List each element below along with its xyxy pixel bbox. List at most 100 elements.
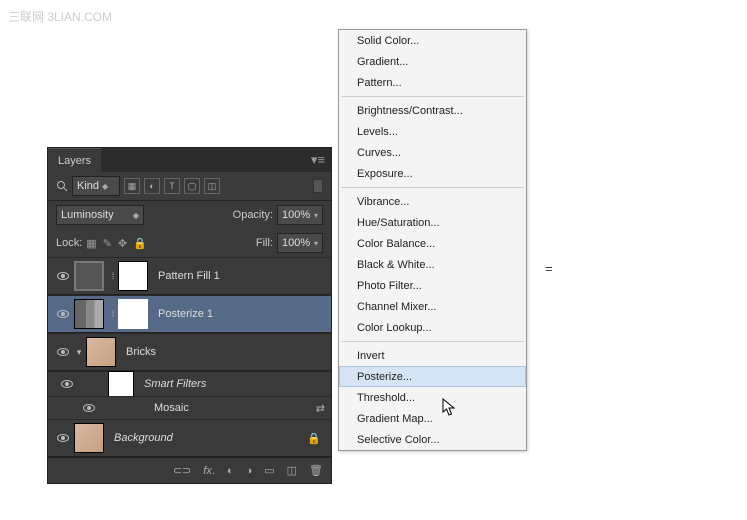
link-icon: ⁞ <box>108 271 118 281</box>
visibility-toggle[interactable] <box>52 348 74 356</box>
menu-brightness-contrast[interactable]: Brightness/Contrast... <box>339 100 526 121</box>
lock-transparent-icon[interactable]: ▦ <box>86 237 96 250</box>
menu-photo-filter[interactable]: Photo Filter... <box>339 275 526 296</box>
menu-curves[interactable]: Curves... <box>339 142 526 163</box>
menu-channel-mixer[interactable]: Channel Mixer... <box>339 296 526 317</box>
visibility-toggle[interactable] <box>52 434 74 442</box>
layer-row[interactable]: ▾ Bricks <box>48 333 331 371</box>
opacity-input[interactable]: 100% ▾ <box>277 205 323 225</box>
lock-paint-icon[interactable]: ✎ <box>103 237 112 250</box>
watermark-text: 三联网 3LIAN.COM <box>8 8 112 25</box>
menu-gradient-map[interactable]: Gradient Map... <box>339 408 526 429</box>
smart-filters-row[interactable]: Smart Filters <box>48 371 331 396</box>
layers-panel: Layers ▾≡ Kind◆ ▦ ◐ T ▢ ◫ Luminosity◆ Op… <box>47 147 332 484</box>
layer-row[interactable]: ⁞ Posterize 1 <box>48 295 331 333</box>
layer-thumb[interactable] <box>74 423 104 453</box>
filter-pixel-icon[interactable]: ▦ <box>124 178 140 194</box>
layer-name[interactable]: Pattern Fill 1 <box>158 270 220 282</box>
panel-bottom-bar: ⊂⊃ fx. ◐ ◑ ▭ ◫ 🗑 <box>48 457 331 483</box>
filter-toggle-icon[interactable] <box>313 179 323 193</box>
filter-kind-select[interactable]: Kind◆ <box>72 176 120 196</box>
smart-filters-label: Smart Filters <box>144 378 206 390</box>
menu-threshold[interactable]: Threshold... <box>339 387 526 408</box>
lock-icon: 🔒 <box>307 432 321 445</box>
layers-list: ⁞ Pattern Fill 1 ⁞ Posterize 1 ▾ Bricks … <box>48 257 331 457</box>
link-layers-icon[interactable]: ⊂⊃ <box>173 464 191 477</box>
menu-separator <box>341 341 524 342</box>
menu-color-lookup[interactable]: Color Lookup... <box>339 317 526 338</box>
visibility-toggle[interactable] <box>52 272 74 280</box>
fx-icon[interactable]: fx. <box>203 465 215 477</box>
menu-separator <box>341 96 524 97</box>
filter-adjust-icon[interactable]: ◐ <box>144 178 160 194</box>
menu-solid-color[interactable]: Solid Color... <box>339 30 526 51</box>
layer-thumb[interactable] <box>86 337 116 367</box>
menu-separator <box>341 187 524 188</box>
filter-smart-icon[interactable]: ◫ <box>204 178 220 194</box>
equals-sign: = <box>545 261 553 276</box>
menu-black-white[interactable]: Black & White... <box>339 254 526 275</box>
adjustment-icon[interactable]: ◑ <box>246 465 253 477</box>
lock-label: Lock: <box>56 237 82 249</box>
mask-thumb[interactable] <box>118 299 148 329</box>
eye-icon <box>61 380 73 388</box>
lock-icons: ▦ ✎ ✥ 🔒 <box>86 237 147 250</box>
opacity-value: 100% <box>282 209 310 221</box>
fill-label: Fill: <box>256 237 273 249</box>
menu-selective-color[interactable]: Selective Color... <box>339 429 526 450</box>
filter-name[interactable]: Mosaic <box>154 402 189 414</box>
chevron-down-icon: ◆ <box>133 211 139 220</box>
filter-type-icon[interactable]: T <box>164 178 180 194</box>
trash-icon[interactable]: 🗑 <box>309 464 323 477</box>
panel-menu-icon[interactable]: ▾≡ <box>311 152 331 168</box>
link-icon: ⁞ <box>108 309 118 319</box>
layer-thumb[interactable] <box>74 299 104 329</box>
layer-thumb[interactable] <box>74 261 104 291</box>
eye-icon <box>83 404 95 412</box>
menu-color-balance[interactable]: Color Balance... <box>339 233 526 254</box>
blend-mode-value: Luminosity <box>61 209 114 221</box>
mask-icon[interactable]: ◐ <box>227 465 234 477</box>
layer-name[interactable]: Background <box>114 432 173 444</box>
menu-invert[interactable]: Invert <box>339 345 526 366</box>
new-layer-icon[interactable]: ◫ <box>287 464 297 477</box>
blend-mode-select[interactable]: Luminosity ◆ <box>56 205 144 225</box>
filter-edit-icon[interactable]: ⇄ <box>316 402 325 415</box>
eye-icon <box>57 272 69 280</box>
layer-row[interactable]: Background 🔒 <box>48 419 331 457</box>
blend-row: Luminosity◆ Opacity: 100%▾ <box>48 201 331 229</box>
visibility-toggle[interactable] <box>78 404 100 412</box>
menu-gradient[interactable]: Gradient... <box>339 51 526 72</box>
filter-item-row[interactable]: Mosaic ⇄ <box>48 396 331 419</box>
chevron-down-icon: ▾ <box>314 239 318 248</box>
menu-vibrance[interactable]: Vibrance... <box>339 191 526 212</box>
search-icon <box>56 180 68 192</box>
visibility-toggle[interactable] <box>56 380 78 388</box>
layer-row[interactable]: ⁞ Pattern Fill 1 <box>48 257 331 295</box>
tab-layers[interactable]: Layers <box>48 148 101 172</box>
eye-icon <box>57 348 69 356</box>
menu-hue-saturation[interactable]: Hue/Saturation... <box>339 212 526 233</box>
mask-thumb[interactable] <box>118 261 148 291</box>
group-icon[interactable]: ▭ <box>264 464 274 477</box>
eye-icon <box>57 434 69 442</box>
chevron-down-icon: ▾ <box>314 211 318 220</box>
menu-levels[interactable]: Levels... <box>339 121 526 142</box>
filter-row: Kind◆ ▦ ◐ T ▢ ◫ <box>48 172 331 201</box>
filter-kind-label: Kind <box>77 180 99 192</box>
menu-pattern[interactable]: Pattern... <box>339 72 526 93</box>
filter-mask-thumb[interactable] <box>108 371 134 397</box>
fill-value: 100% <box>282 237 310 249</box>
visibility-toggle[interactable] <box>52 310 74 318</box>
menu-exposure[interactable]: Exposure... <box>339 163 526 184</box>
chevron-down-icon: ◆ <box>102 182 108 191</box>
layer-name[interactable]: Bricks <box>126 346 156 358</box>
lock-all-icon[interactable]: 🔒 <box>133 237 147 250</box>
filter-shape-icon[interactable]: ▢ <box>184 178 200 194</box>
fill-input[interactable]: 100% ▾ <box>277 233 323 253</box>
lock-position-icon[interactable]: ✥ <box>118 237 127 250</box>
menu-posterize[interactable]: Posterize... <box>339 366 526 387</box>
panel-tabbar: Layers ▾≡ <box>48 148 331 172</box>
layer-name[interactable]: Posterize 1 <box>158 308 213 320</box>
twirl-down-icon[interactable]: ▾ <box>74 347 84 358</box>
